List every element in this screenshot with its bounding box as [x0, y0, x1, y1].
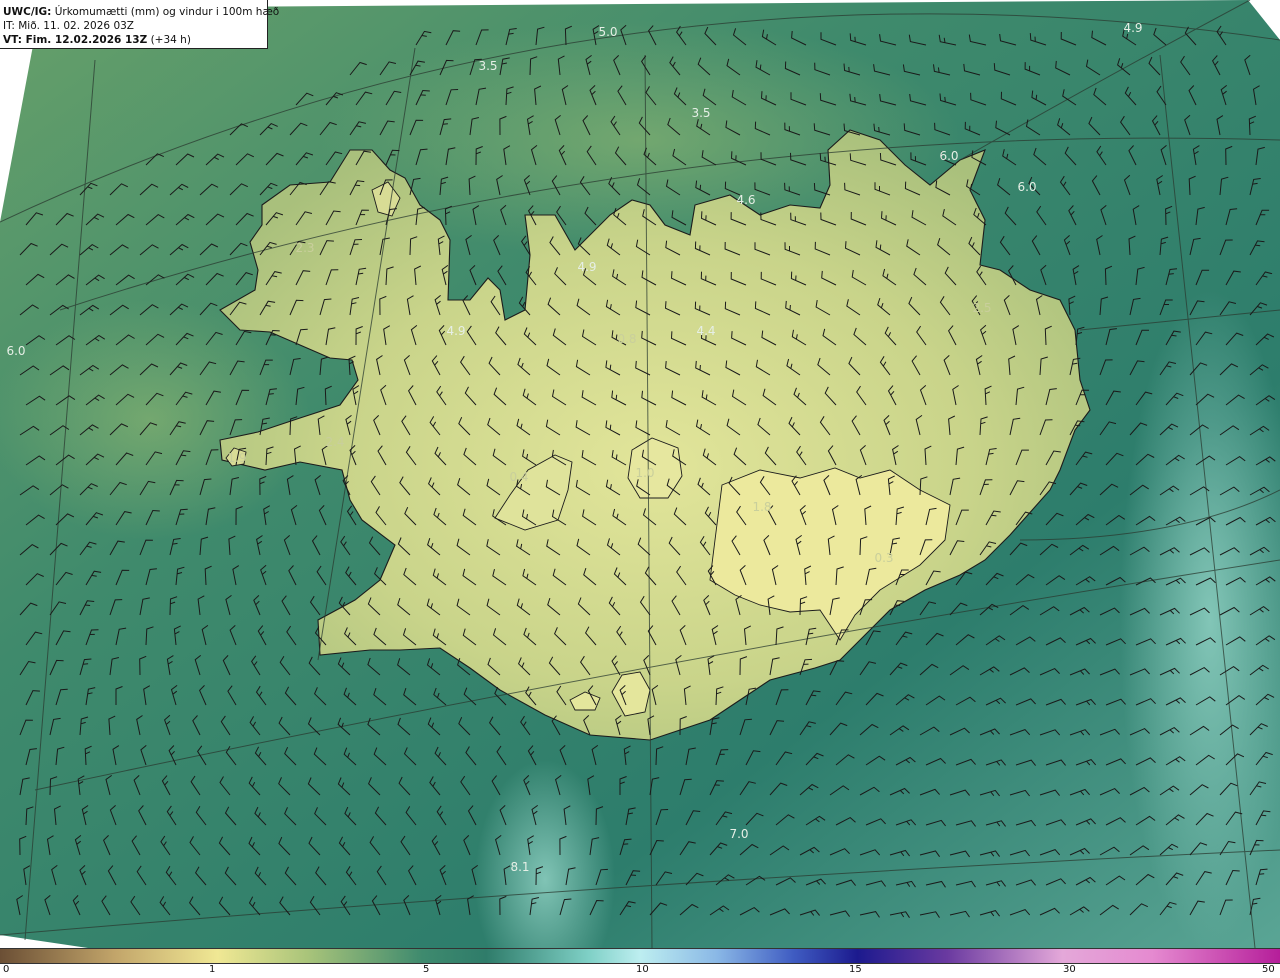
value-label: 0.3 — [874, 551, 893, 565]
value-label: 6.0 — [939, 149, 958, 163]
value-label: 2.3 — [295, 241, 314, 255]
value-label: 0.8 — [617, 332, 636, 346]
map-title: Úrkomumætti (mm) og vindur i 100m hæð — [54, 6, 280, 18]
value-label: 1.8 — [752, 500, 771, 514]
precipitation-map[interactable]: 5.0 4.9 3.5 3.5 6.0 6.0 4.6 2.3 4.9 2.5 4.9 4.4 0.8 6… — [0, 0, 1280, 948]
colorbar-tick-label: 30 — [1063, 964, 1076, 975]
value-label: 5.0 — [598, 25, 617, 39]
colorbar-tick-label: 10 — [636, 964, 649, 975]
colorbar-tick-label: 15 — [849, 964, 862, 975]
west-halo — [0, 300, 310, 540]
forecast-offset: (+34 h) — [150, 34, 191, 46]
model-name: UWC/IG: — [3, 6, 52, 18]
info-box: UWC/IG: Úrkomumætti (mm) og vindur i 100… — [0, 0, 279, 49]
value-label: 3.5 — [691, 106, 710, 120]
value-label: 1.0 — [635, 466, 654, 480]
value-label: 3.5 — [478, 59, 497, 73]
value-label: 4.6 — [736, 193, 755, 207]
value-label: 0.4 — [509, 470, 528, 484]
value-label: 2.4 — [325, 435, 344, 449]
colorbar-tick-label: 1 — [209, 964, 216, 975]
value-label: 1.9 — [227, 451, 246, 465]
value-label: 6.0 — [1017, 180, 1036, 194]
value-label: 8.1 — [510, 860, 529, 874]
value-label: 6.0 — [6, 344, 25, 358]
colorbar-tick-label: 0 — [3, 964, 10, 975]
precipitation-colorbar — [0, 948, 1280, 964]
valid-time: VT: Fim. 12.02.2026 13Z — [3, 34, 148, 46]
value-label: 4.9 — [446, 324, 465, 338]
colorbar-tick-label: 5 — [423, 964, 430, 975]
map-area[interactable]: 5.0 4.9 3.5 3.5 6.0 6.0 4.6 2.3 4.9 2.5 4.9 4.4 0.8 6… — [0, 0, 1280, 948]
value-label: 7.0 — [729, 827, 748, 841]
value-label: 4.9 — [577, 260, 596, 274]
colorbar-tick-label: 50 — [1262, 964, 1275, 975]
value-label: 4.9 — [1123, 21, 1142, 35]
value-label: 2.5 — [972, 301, 991, 315]
value-label: 4.4 — [696, 324, 715, 338]
valid-time-row: VT: Fim. 12.02.2026 13Z (+34 h) — [3, 33, 267, 47]
init-time: IT: Mið. 11. 02. 2026 03Z — [3, 20, 134, 32]
colorbar-ticks: 0 1 5 10 15 30 50 — [0, 964, 1280, 978]
title-row: UWC/IG: Úrkomumætti (mm) og vindur i 100… — [3, 5, 279, 19]
